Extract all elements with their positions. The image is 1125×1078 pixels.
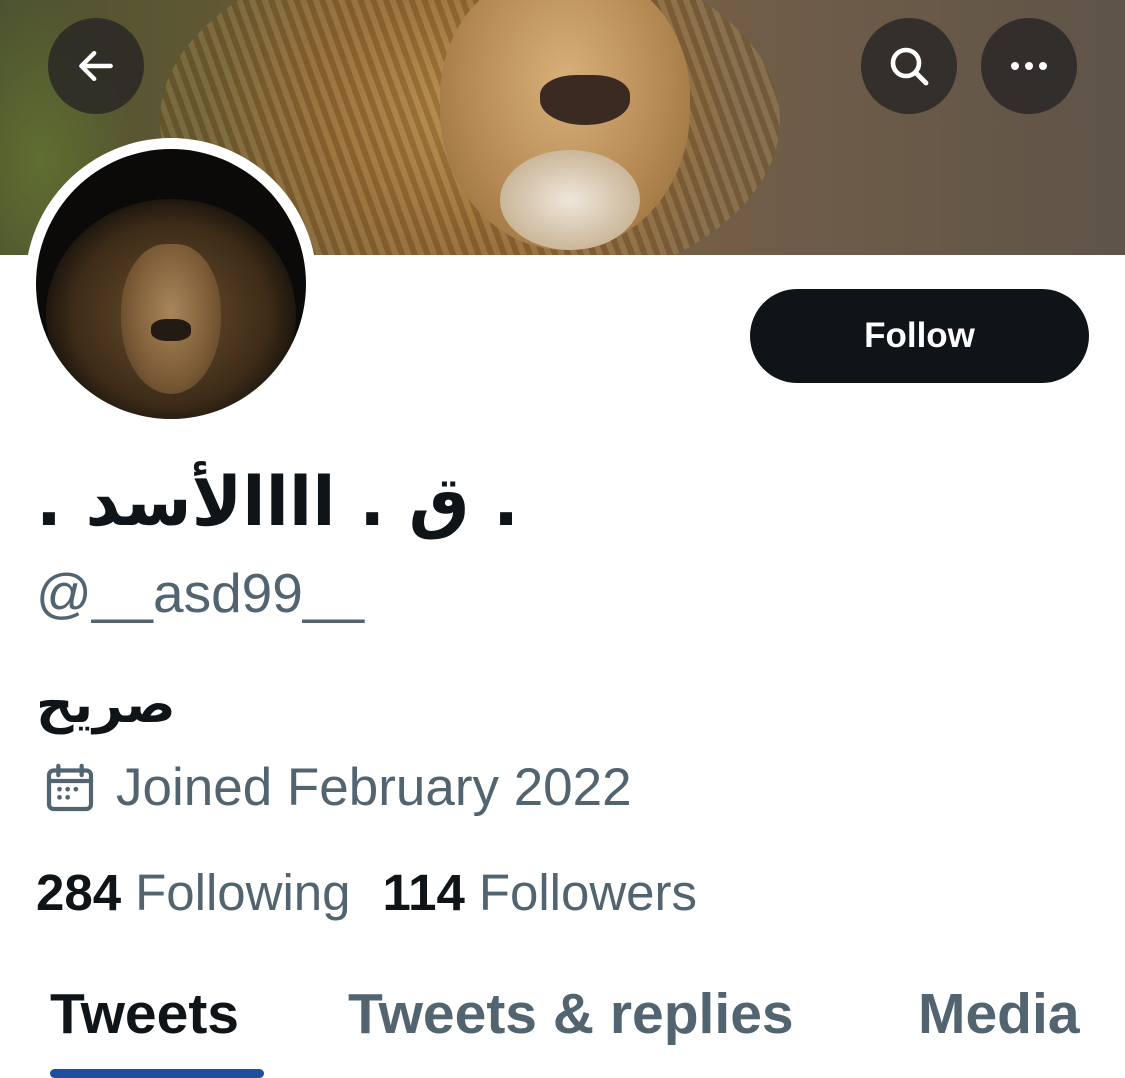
avatar-lion-nose	[151, 319, 191, 341]
tab-media[interactable]: Media	[918, 978, 1080, 1050]
following-label: Following	[135, 864, 351, 921]
following-link[interactable]: 284 Following	[36, 860, 351, 926]
active-tab-indicator	[50, 1069, 264, 1078]
banner-lion-muzzle	[500, 150, 640, 250]
back-button[interactable]	[48, 18, 144, 114]
tab-tweets-and-replies[interactable]: Tweets & replies	[348, 978, 794, 1050]
followers-label: Followers	[478, 864, 698, 921]
username-handle: @__asd99__	[36, 562, 365, 624]
search-button[interactable]	[861, 18, 957, 114]
display-name: . ق . اااالأسد .	[36, 463, 520, 542]
joined-date-text: Joined February 2022	[116, 758, 632, 817]
more-horizontal-icon	[1011, 62, 1047, 70]
calendar-icon	[46, 763, 94, 812]
joined-date: Joined February 2022	[42, 755, 632, 821]
tab-tweets[interactable]: Tweets	[50, 978, 239, 1050]
avatar[interactable]	[36, 149, 306, 419]
banner-lion-nose	[540, 75, 630, 125]
followers-count: 114	[382, 864, 465, 921]
follow-button[interactable]: Follow	[750, 289, 1089, 383]
following-count: 284	[36, 864, 122, 921]
profile-bio: صريح	[36, 675, 176, 735]
profile-stats: 284 Following 114 Followers	[36, 860, 697, 926]
arrow-left-icon	[79, 50, 113, 82]
search-icon	[890, 47, 929, 86]
followers-link[interactable]: 114 Followers	[383, 860, 698, 926]
more-button[interactable]	[981, 18, 1077, 114]
